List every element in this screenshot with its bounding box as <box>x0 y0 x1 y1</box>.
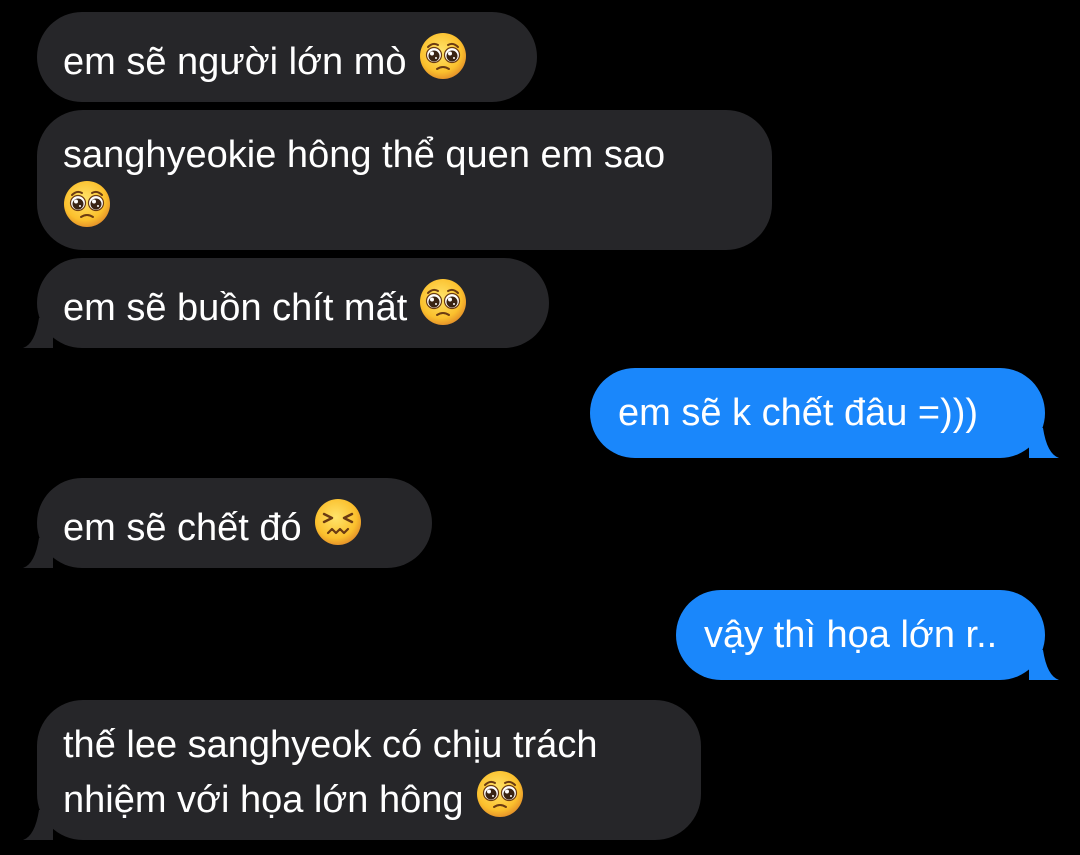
confounded-face-icon <box>314 498 362 546</box>
bubble-tail <box>23 810 53 840</box>
pleading-face-icon <box>419 278 467 326</box>
message-text: em sẽ chết đó <box>63 507 302 549</box>
incoming-message-bubble[interactable]: em sẽ người lớn mò <box>37 12 537 102</box>
message-text: em sẽ buồn chít mất <box>63 287 408 329</box>
pleading-face-icon <box>476 770 524 818</box>
bubble-tail <box>1029 650 1059 680</box>
incoming-message-bubble[interactable]: em sẽ chết đó <box>23 478 432 568</box>
message-text: em sẽ k chết đâu =))) <box>618 392 979 434</box>
message-text-line: thế lee sanghyeok có chịu trách <box>63 724 598 766</box>
incoming-message-bubble[interactable]: sanghyeokie hông thể quen em sao <box>37 110 772 250</box>
bubble-tail <box>1029 428 1059 458</box>
incoming-message-bubble[interactable]: em sẽ buồn chít mất <box>23 258 549 348</box>
pleading-face-icon <box>63 180 111 228</box>
message-text: em sẽ người lớn mò <box>63 41 407 83</box>
pleading-face-icon <box>419 32 467 80</box>
outgoing-message-bubble[interactable]: vậy thì họa lớn r.. <box>676 590 1059 680</box>
incoming-message-bubble[interactable]: thế lee sanghyeok có chịu trách nhiệm vớ… <box>23 700 701 840</box>
message-text: sanghyeokie hông thể quen em sao <box>63 134 666 176</box>
bubble-tail <box>23 318 53 348</box>
message-thread: { "colors": { "background": "#000000", "… <box>0 0 1080 855</box>
message-text-line: nhiệm với họa lớn hông <box>63 779 464 821</box>
outgoing-message-bubble[interactable]: em sẽ k chết đâu =))) <box>590 368 1059 458</box>
bubble-tail <box>23 538 53 568</box>
message-text: vậy thì họa lớn r.. <box>704 614 998 656</box>
